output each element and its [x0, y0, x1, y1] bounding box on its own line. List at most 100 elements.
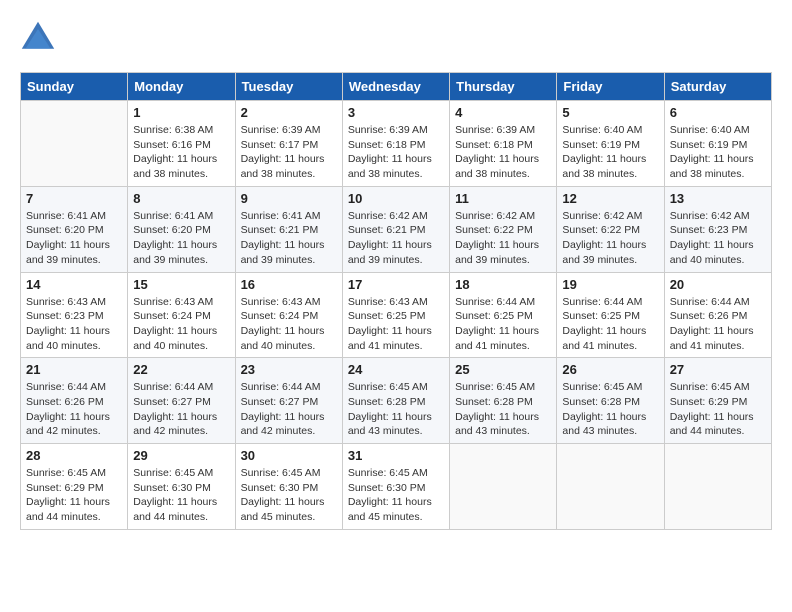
day-info: Sunrise: 6:42 AMSunset: 6:21 PMDaylight:… — [348, 209, 444, 268]
day-info: Sunrise: 6:41 AMSunset: 6:20 PMDaylight:… — [133, 209, 229, 268]
day-number: 20 — [670, 277, 766, 292]
day-info: Sunrise: 6:45 AMSunset: 6:28 PMDaylight:… — [562, 380, 658, 439]
day-info: Sunrise: 6:45 AMSunset: 6:29 PMDaylight:… — [26, 466, 122, 525]
calendar-cell: 15 Sunrise: 6:43 AMSunset: 6:24 PMDayligh… — [128, 272, 235, 358]
calendar-table: SundayMondayTuesdayWednesdayThursdayFrid… — [20, 72, 772, 530]
day-info: Sunrise: 6:44 AMSunset: 6:25 PMDaylight:… — [562, 295, 658, 354]
calendar-header-saturday: Saturday — [664, 73, 771, 101]
calendar-cell: 18Sunrise: 6:44 AMSunset: 6:25 PMDayligh… — [450, 272, 557, 358]
day-number: 7 — [26, 191, 122, 206]
day-info: Sunrise: 6:45 AMSunset: 6:29 PMDaylight:… — [670, 380, 766, 439]
calendar-cell: 22 Sunrise: 6:44 AMSunset: 6:27 PMDayligh… — [128, 358, 235, 444]
day-number: 5 — [562, 105, 658, 120]
day-number: 21 — [26, 362, 122, 377]
day-info: Sunrise: 6:41 AMSunset: 6:20 PMDaylight:… — [26, 209, 122, 268]
day-info: Sunrise: 6:44 AMSunset: 6:26 PMDaylight:… — [26, 380, 122, 439]
calendar-cell: 27Sunrise: 6:45 AMSunset: 6:29 PMDayligh… — [664, 358, 771, 444]
calendar-cell: 28 Sunrise: 6:45 AMSunset: 6:29 PMDayligh… — [21, 444, 128, 530]
calendar-cell: 5 Sunrise: 6:40 AMSunset: 6:19 PMDaylight… — [557, 101, 664, 187]
day-number: 22 — [133, 362, 229, 377]
calendar-cell: 7 Sunrise: 6:41 AMSunset: 6:20 PMDaylight… — [21, 186, 128, 272]
calendar-header-thursday: Thursday — [450, 73, 557, 101]
day-info: Sunrise: 6:42 AMSunset: 6:22 PMDaylight:… — [562, 209, 658, 268]
day-number: 19 — [562, 277, 658, 292]
day-number: 16 — [241, 277, 337, 292]
day-number: 15 — [133, 277, 229, 292]
day-info: Sunrise: 6:38 AMSunset: 6:16 PMDaylight:… — [133, 123, 229, 182]
day-info: Sunrise: 6:39 AMSunset: 6:17 PMDaylight:… — [241, 123, 337, 182]
calendar-cell: 29 Sunrise: 6:45 AMSunset: 6:30 PMDayligh… — [128, 444, 235, 530]
calendar-cell: 9Sunrise: 6:41 AMSunset: 6:21 PMDaylight… — [235, 186, 342, 272]
day-info: Sunrise: 6:44 AMSunset: 6:25 PMDaylight:… — [455, 295, 551, 354]
day-info: Sunrise: 6:45 AMSunset: 6:30 PMDaylight:… — [133, 466, 229, 525]
day-info: Sunrise: 6:40 AMSunset: 6:19 PMDaylight:… — [670, 123, 766, 182]
calendar-cell: 26 Sunrise: 6:45 AMSunset: 6:28 PMDayligh… — [557, 358, 664, 444]
calendar-week-row: 28 Sunrise: 6:45 AMSunset: 6:29 PMDayligh… — [21, 444, 772, 530]
calendar-cell: 10 Sunrise: 6:42 AMSunset: 6:21 PMDayligh… — [342, 186, 449, 272]
day-info: Sunrise: 6:45 AMSunset: 6:28 PMDaylight:… — [348, 380, 444, 439]
day-number: 25 — [455, 362, 551, 377]
day-number: 6 — [670, 105, 766, 120]
day-number: 31 — [348, 448, 444, 463]
calendar-cell: 2 Sunrise: 6:39 AMSunset: 6:17 PMDaylight… — [235, 101, 342, 187]
calendar-cell: 17Sunrise: 6:43 AMSunset: 6:25 PMDayligh… — [342, 272, 449, 358]
calendar-cell: 24 Sunrise: 6:45 AMSunset: 6:28 PMDayligh… — [342, 358, 449, 444]
logo — [20, 20, 60, 56]
day-number: 11 — [455, 191, 551, 206]
day-info: Sunrise: 6:44 AMSunset: 6:27 PMDaylight:… — [241, 380, 337, 439]
day-info: Sunrise: 6:39 AMSunset: 6:18 PMDaylight:… — [348, 123, 444, 182]
day-info: Sunrise: 6:45 AMSunset: 6:30 PMDaylight:… — [348, 466, 444, 525]
day-number: 23 — [241, 362, 337, 377]
day-number: 30 — [241, 448, 337, 463]
day-number: 10 — [348, 191, 444, 206]
calendar-cell: 19 Sunrise: 6:44 AMSunset: 6:25 PMDayligh… — [557, 272, 664, 358]
calendar-header-wednesday: Wednesday — [342, 73, 449, 101]
calendar-cell: 3 Sunrise: 6:39 AMSunset: 6:18 PMDaylight… — [342, 101, 449, 187]
calendar-cell: 13 Sunrise: 6:42 AMSunset: 6:23 PMDayligh… — [664, 186, 771, 272]
calendar-week-row: 14Sunrise: 6:43 AMSunset: 6:23 PMDayligh… — [21, 272, 772, 358]
day-info: Sunrise: 6:43 AMSunset: 6:25 PMDaylight:… — [348, 295, 444, 354]
calendar-header-tuesday: Tuesday — [235, 73, 342, 101]
day-info: Sunrise: 6:45 AMSunset: 6:30 PMDaylight:… — [241, 466, 337, 525]
calendar-week-row: 21 Sunrise: 6:44 AMSunset: 6:26 PMDayligh… — [21, 358, 772, 444]
day-info: Sunrise: 6:41 AMSunset: 6:21 PMDaylight:… — [241, 209, 337, 268]
day-number: 29 — [133, 448, 229, 463]
day-info: Sunrise: 6:43 AMSunset: 6:24 PMDaylight:… — [241, 295, 337, 354]
day-number: 28 — [26, 448, 122, 463]
day-number: 2 — [241, 105, 337, 120]
day-number: 1 — [133, 105, 229, 120]
day-info: Sunrise: 6:42 AMSunset: 6:23 PMDaylight:… — [670, 209, 766, 268]
calendar-cell: 4Sunrise: 6:39 AMSunset: 6:18 PMDaylight… — [450, 101, 557, 187]
calendar-cell: 16 Sunrise: 6:43 AMSunset: 6:24 PMDayligh… — [235, 272, 342, 358]
calendar-cell — [664, 444, 771, 530]
calendar-header-monday: Monday — [128, 73, 235, 101]
day-number: 13 — [670, 191, 766, 206]
calendar-week-row: 1 Sunrise: 6:38 AMSunset: 6:16 PMDaylight… — [21, 101, 772, 187]
calendar-cell: 11 Sunrise: 6:42 AMSunset: 6:22 PMDayligh… — [450, 186, 557, 272]
calendar-cell: 30 Sunrise: 6:45 AMSunset: 6:30 PMDayligh… — [235, 444, 342, 530]
calendar-cell — [21, 101, 128, 187]
calendar-header-row: SundayMondayTuesdayWednesdayThursdayFrid… — [21, 73, 772, 101]
day-number: 3 — [348, 105, 444, 120]
day-number: 26 — [562, 362, 658, 377]
calendar-cell: 20 Sunrise: 6:44 AMSunset: 6:26 PMDayligh… — [664, 272, 771, 358]
calendar-cell: 6 Sunrise: 6:40 AMSunset: 6:19 PMDaylight… — [664, 101, 771, 187]
calendar-cell: 25 Sunrise: 6:45 AMSunset: 6:28 PMDayligh… — [450, 358, 557, 444]
day-info: Sunrise: 6:43 AMSunset: 6:24 PMDaylight:… — [133, 295, 229, 354]
calendar-cell: 12Sunrise: 6:42 AMSunset: 6:22 PMDayligh… — [557, 186, 664, 272]
calendar-cell: 1 Sunrise: 6:38 AMSunset: 6:16 PMDaylight… — [128, 101, 235, 187]
day-info: Sunrise: 6:39 AMSunset: 6:18 PMDaylight:… — [455, 123, 551, 182]
calendar-week-row: 7 Sunrise: 6:41 AMSunset: 6:20 PMDaylight… — [21, 186, 772, 272]
calendar-cell: 8Sunrise: 6:41 AMSunset: 6:20 PMDaylight… — [128, 186, 235, 272]
day-number: 24 — [348, 362, 444, 377]
day-info: Sunrise: 6:45 AMSunset: 6:28 PMDaylight:… — [455, 380, 551, 439]
day-info: Sunrise: 6:40 AMSunset: 6:19 PMDaylight:… — [562, 123, 658, 182]
day-info: Sunrise: 6:42 AMSunset: 6:22 PMDaylight:… — [455, 209, 551, 268]
day-info: Sunrise: 6:44 AMSunset: 6:26 PMDaylight:… — [670, 295, 766, 354]
calendar-cell: 21 Sunrise: 6:44 AMSunset: 6:26 PMDayligh… — [21, 358, 128, 444]
calendar-cell — [557, 444, 664, 530]
day-info: Sunrise: 6:43 AMSunset: 6:23 PMDaylight:… — [26, 295, 122, 354]
calendar-header-friday: Friday — [557, 73, 664, 101]
calendar-cell: 31 Sunrise: 6:45 AMSunset: 6:30 PMDayligh… — [342, 444, 449, 530]
day-info: Sunrise: 6:44 AMSunset: 6:27 PMDaylight:… — [133, 380, 229, 439]
